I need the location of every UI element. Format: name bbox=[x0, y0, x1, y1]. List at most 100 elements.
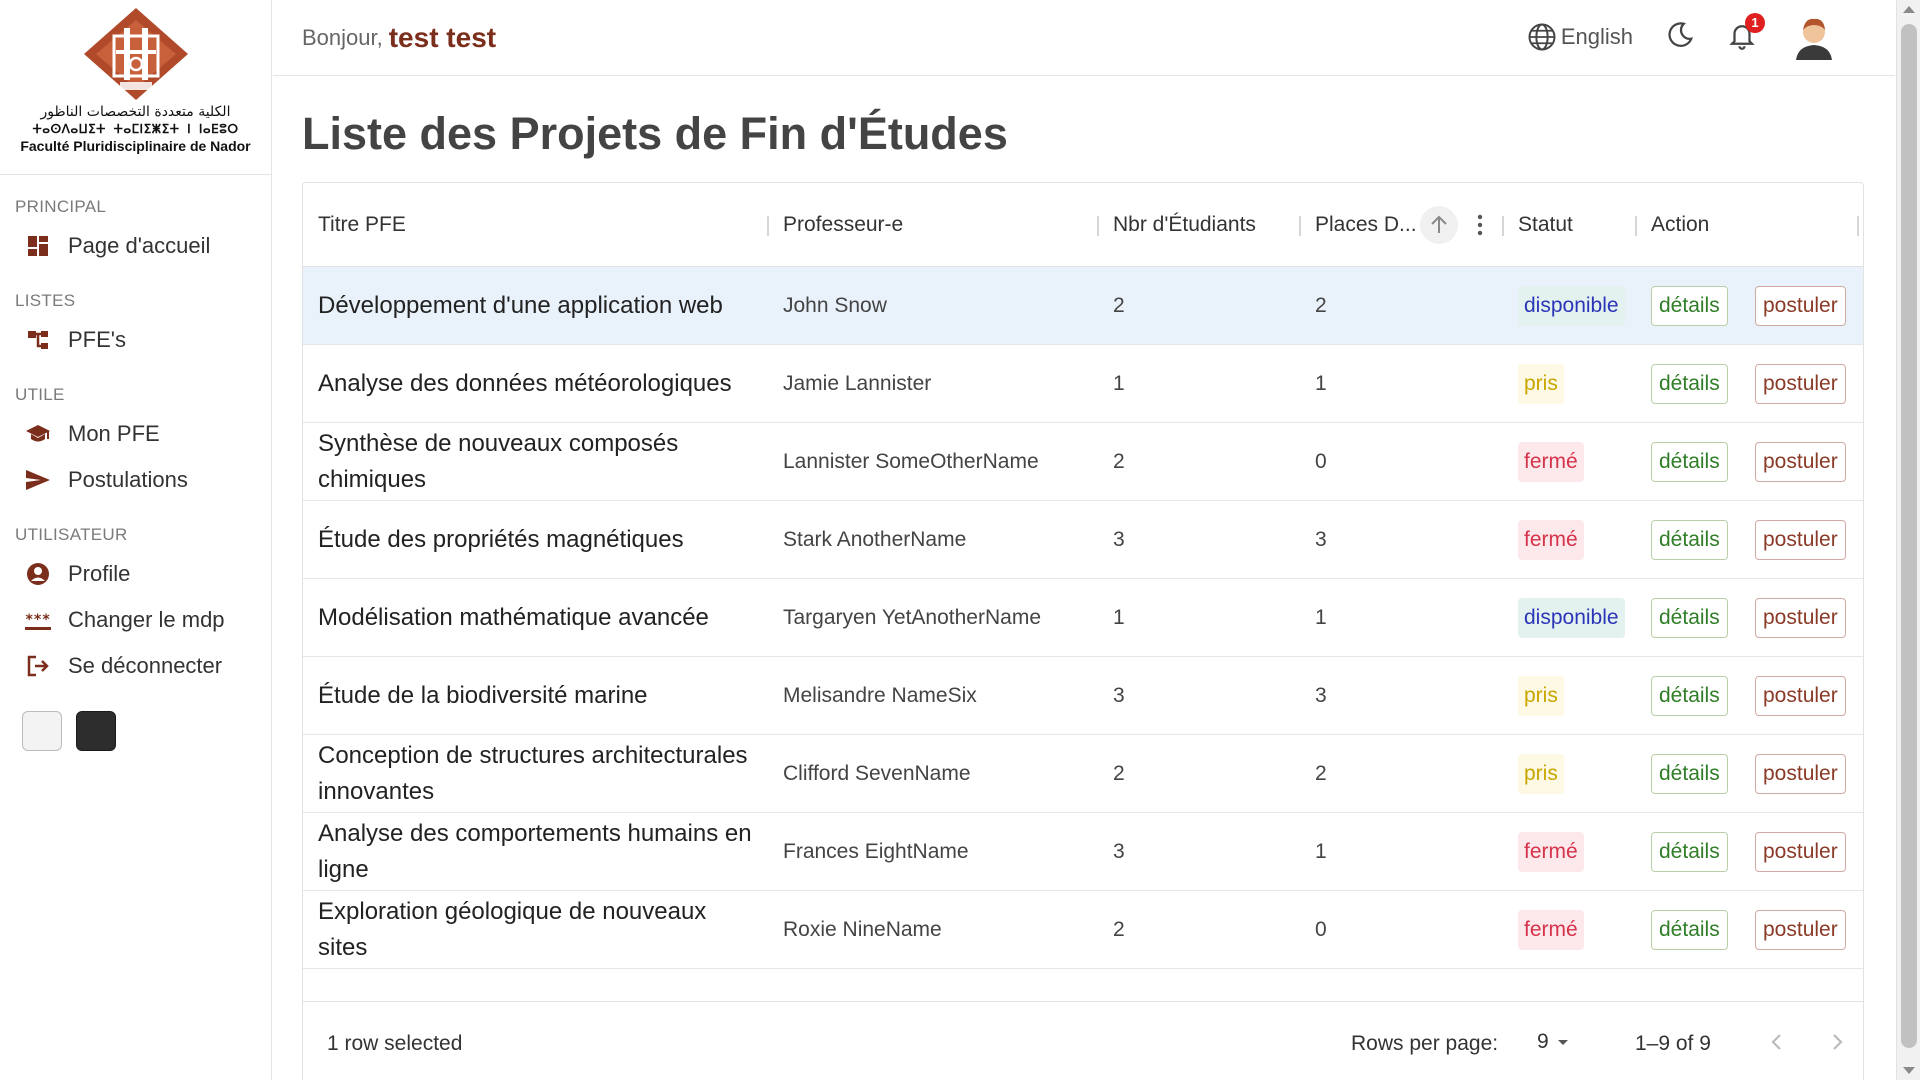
dark-theme-swatch[interactable] bbox=[76, 711, 116, 751]
postuler-button[interactable]: postuler bbox=[1755, 754, 1846, 794]
details-button[interactable]: détails bbox=[1651, 364, 1728, 404]
cell-professeur: Targaryen YetAnotherName bbox=[783, 579, 1041, 657]
sort-ascending-icon[interactable] bbox=[1419, 183, 1459, 267]
scroll-up-arrow-icon[interactable] bbox=[1903, 6, 1915, 13]
details-button[interactable]: détails bbox=[1651, 910, 1728, 950]
column-separator[interactable] bbox=[1857, 216, 1859, 236]
cell-professeur: Lannister SomeOtherName bbox=[783, 423, 1039, 501]
header-actions: English 1 bbox=[1527, 12, 1837, 60]
cell-action-postuler: postuler bbox=[1755, 891, 1846, 969]
status-badge: pris bbox=[1518, 364, 1564, 404]
nav-item-logout[interactable]: Se déconnecter bbox=[0, 643, 271, 689]
table-row[interactable]: Exploration géologique de nouveaux sites… bbox=[303, 891, 1863, 969]
column-separator[interactable] bbox=[767, 216, 769, 236]
cell-action-details: détails bbox=[1651, 735, 1728, 813]
cell-titre: Développement d'une application web bbox=[318, 267, 758, 345]
page-scrollbar[interactable] bbox=[1896, 0, 1920, 1080]
table-row[interactable]: Étude de la biodiversité marine Melisandr… bbox=[303, 657, 1863, 735]
column-separator[interactable] bbox=[1299, 216, 1301, 236]
column-menu-icon[interactable] bbox=[1475, 183, 1485, 267]
nav-item-home[interactable]: Page d'accueil bbox=[0, 223, 271, 269]
cell-nbr-etudiants: 1 bbox=[1113, 579, 1125, 657]
globe-icon bbox=[1528, 23, 1556, 51]
column-header-titre[interactable]: Titre PFE bbox=[318, 183, 406, 267]
user-avatar[interactable] bbox=[1791, 14, 1837, 60]
pagination-range: 1–9 of 9 bbox=[1635, 1032, 1711, 1055]
details-button[interactable]: détails bbox=[1651, 442, 1728, 482]
faculty-logo[interactable]: الكلية متعددة التخصصات الناظور ⵜⴰⵙⴷⴰⵡⵉⵜ … bbox=[0, 0, 271, 175]
previous-page-icon[interactable] bbox=[1763, 1028, 1791, 1056]
nav-section-principal: PRINCIPAL bbox=[15, 197, 107, 216]
scrollbar-thumb[interactable] bbox=[1901, 24, 1917, 1048]
column-header-professeur[interactable]: Professeur-e bbox=[783, 183, 903, 267]
cell-nbr-etudiants: 3 bbox=[1113, 657, 1125, 735]
table-row[interactable]: Analyse des comportements humains en lig… bbox=[303, 813, 1863, 891]
next-page-icon[interactable] bbox=[1823, 1028, 1851, 1056]
app-root: الكلية متعددة التخصصات الناظور ⵜⴰⵙⴷⴰⵡⵉⵜ … bbox=[0, 0, 1920, 1080]
postuler-button[interactable]: postuler bbox=[1755, 832, 1846, 872]
details-button[interactable]: détails bbox=[1651, 832, 1728, 872]
nav-item-pfes[interactable]: PFE's bbox=[0, 317, 271, 363]
cell-places: 2 bbox=[1315, 735, 1327, 813]
column-separator[interactable] bbox=[1502, 216, 1504, 236]
top-header: Bonjour, test test English 1 bbox=[273, 0, 1895, 76]
pfe-title: Développement d'une application web bbox=[318, 292, 723, 319]
postuler-button[interactable]: postuler bbox=[1755, 364, 1846, 404]
postuler-button[interactable]: postuler bbox=[1755, 676, 1846, 716]
cell-titre: Analyse des données météorologiques bbox=[318, 345, 758, 423]
nav-label-home: Page d'accueil bbox=[68, 233, 211, 258]
nav-section-utile: UTILE bbox=[15, 385, 65, 404]
table-row[interactable]: Étude des propriétés magnétiques Stark An… bbox=[303, 501, 1863, 579]
column-header-nbr-etudiants[interactable]: Nbr d'Étudiants bbox=[1113, 183, 1256, 267]
details-button[interactable]: détails bbox=[1651, 676, 1728, 716]
cell-action-details: détails bbox=[1651, 501, 1728, 579]
nav-label-profile: Profile bbox=[68, 561, 131, 586]
table-row[interactable]: Modélisation mathématique avancée Targary… bbox=[303, 579, 1863, 657]
scroll-down-arrow-icon[interactable] bbox=[1903, 1067, 1915, 1074]
cell-nbr-etudiants: 2 bbox=[1113, 735, 1125, 813]
professor-name: John Snow bbox=[783, 294, 887, 317]
cell-statut: pris bbox=[1518, 735, 1564, 813]
dropdown-arrow-icon bbox=[1557, 1040, 1568, 1045]
moon-icon bbox=[1668, 21, 1694, 47]
cell-action-postuler: postuler bbox=[1755, 579, 1846, 657]
details-button[interactable]: détails bbox=[1651, 520, 1728, 560]
nav-item-postulations[interactable]: Postulations bbox=[0, 457, 271, 503]
cell-action-details: détails bbox=[1651, 891, 1728, 969]
notifications-button[interactable]: 1 bbox=[1727, 12, 1765, 55]
postuler-button[interactable]: postuler bbox=[1755, 520, 1846, 560]
postuler-button[interactable]: postuler bbox=[1755, 910, 1846, 950]
rows-per-page-value: 9 bbox=[1537, 1030, 1549, 1053]
column-header-action[interactable]: Action bbox=[1651, 183, 1709, 267]
postuler-button[interactable]: postuler bbox=[1755, 286, 1846, 326]
column-header-statut[interactable]: Statut bbox=[1518, 183, 1573, 267]
postuler-button[interactable]: postuler bbox=[1755, 442, 1846, 482]
column-separator[interactable] bbox=[1097, 216, 1099, 236]
details-button[interactable]: détails bbox=[1651, 754, 1728, 794]
column-header-places[interactable]: Places D... bbox=[1315, 183, 1417, 267]
cell-action-postuler: postuler bbox=[1755, 267, 1846, 345]
column-separator[interactable] bbox=[1635, 216, 1637, 236]
cell-action-postuler: postuler bbox=[1755, 423, 1846, 501]
nav-item-profile[interactable]: Profile bbox=[0, 551, 271, 597]
language-selector[interactable]: English bbox=[1527, 22, 1633, 52]
light-theme-swatch[interactable] bbox=[22, 711, 62, 751]
table-row[interactable]: Développement d'une application web John … bbox=[303, 267, 1863, 345]
postuler-button[interactable]: postuler bbox=[1755, 598, 1846, 638]
table-row[interactable]: Synthèse de nouveaux composés chimiques L… bbox=[303, 423, 1863, 501]
cell-places: 0 bbox=[1315, 423, 1327, 501]
details-button[interactable]: détails bbox=[1651, 286, 1728, 326]
cell-action-postuler: postuler bbox=[1755, 345, 1846, 423]
cell-professeur: Clifford SevenName bbox=[783, 735, 971, 813]
nav-item-mon-pfe[interactable]: Mon PFE bbox=[0, 411, 271, 457]
places-count: 0 bbox=[1315, 918, 1327, 941]
table-row[interactable]: Conception de structures architecturales… bbox=[303, 735, 1863, 813]
details-button[interactable]: détails bbox=[1651, 598, 1728, 638]
cell-action-postuler: postuler bbox=[1755, 735, 1846, 813]
table-row[interactable]: Analyse des données météorologiques Jamie… bbox=[303, 345, 1863, 423]
cell-titre: Modélisation mathématique avancée bbox=[318, 579, 758, 657]
dark-mode-toggle[interactable] bbox=[1665, 20, 1695, 55]
professor-name: Melisandre NameSix bbox=[783, 684, 977, 707]
rows-per-page-select[interactable]: 9 bbox=[1537, 1030, 1577, 1054]
nav-item-change-password[interactable]: *** Changer le mdp bbox=[0, 597, 271, 643]
